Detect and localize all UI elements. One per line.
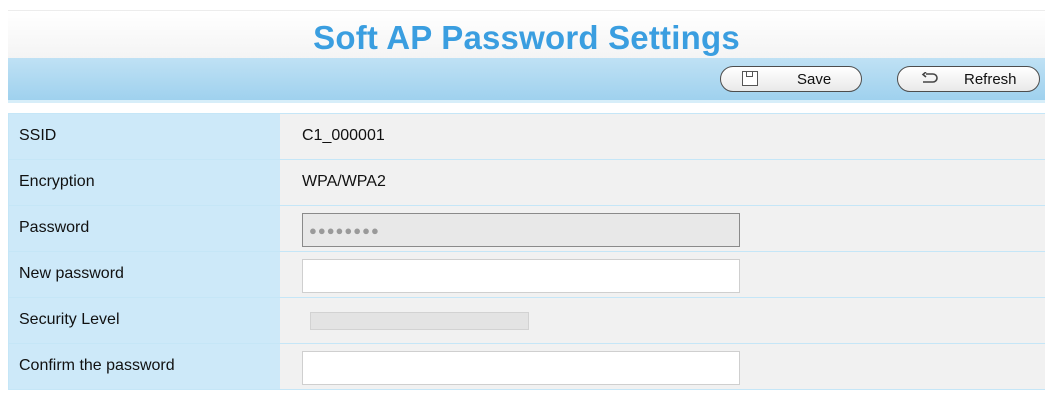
password-field: [302, 213, 740, 247]
settings-form: SSID C1_000001 Encryption WPA/WPA2 Passw…: [8, 113, 1045, 390]
page-title: Soft AP Password Settings: [313, 19, 740, 56]
ssid-value: C1_000001: [302, 127, 385, 144]
security-level-bar: [310, 312, 529, 330]
password-row: Password: [8, 206, 1045, 252]
save-button-label: Save: [797, 71, 832, 88]
encryption-row: Encryption WPA/WPA2: [8, 160, 1045, 206]
refresh-button-label: Refresh: [964, 71, 1017, 88]
toolbar: Save Refresh: [8, 58, 1045, 100]
confirm-password-label: Confirm the password: [19, 357, 175, 374]
security-level-label: Security Level: [19, 311, 120, 328]
security-level-row: Security Level: [8, 298, 1045, 344]
encryption-label: Encryption: [19, 173, 95, 190]
refresh-button[interactable]: Refresh: [897, 66, 1040, 92]
new-password-label: New password: [19, 265, 124, 282]
confirm-password-field[interactable]: [302, 351, 740, 385]
new-password-row: New password: [8, 252, 1045, 298]
title-bar: Soft AP Password Settings: [8, 10, 1045, 59]
confirm-password-row: Confirm the password: [8, 344, 1045, 390]
refresh-icon: [921, 72, 938, 83]
toolbar-divider: [8, 100, 1045, 103]
encryption-value: WPA/WPA2: [302, 173, 386, 190]
password-label: Password: [19, 219, 90, 236]
new-password-field[interactable]: [302, 259, 740, 293]
ssid-row: SSID C1_000001: [8, 113, 1045, 160]
save-button[interactable]: Save: [720, 66, 862, 92]
ssid-label: SSID: [19, 127, 57, 144]
save-icon: [742, 71, 758, 86]
